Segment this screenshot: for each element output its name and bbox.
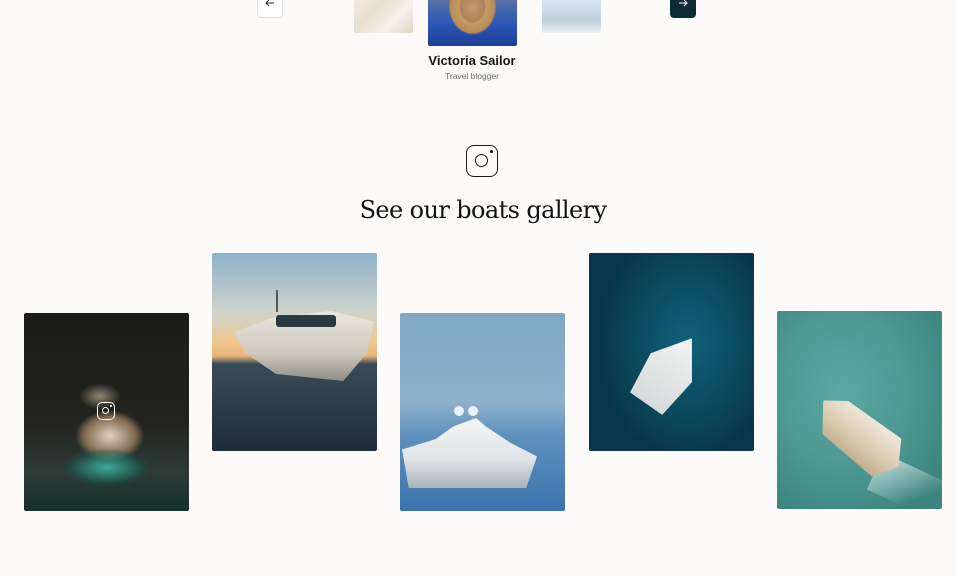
gallery-item-superyacht[interactable] — [400, 313, 565, 511]
carousel-next-button[interactable] — [670, 0, 696, 18]
gallery-title: See our boats gallery — [359, 196, 607, 224]
instagram-icon[interactable] — [97, 402, 115, 420]
instagram-icon[interactable] — [466, 145, 498, 177]
gallery-item-sailboat-aerial[interactable] — [589, 253, 754, 451]
testimonial-avatar-active — [428, 0, 517, 46]
gallery-item-yacht-night[interactable] — [24, 313, 189, 511]
arrow-left-icon — [265, 0, 274, 7]
testimonial-avatar-previous[interactable] — [354, 0, 413, 33]
gallery-item-yacht-sunset[interactable] — [212, 253, 377, 451]
testimonial-carousel: Victoria Sailor Travel blogger — [0, 0, 956, 90]
carousel-prev-button[interactable] — [257, 0, 283, 18]
arrow-right-icon — [679, 0, 688, 7]
gallery-item-motor-yacht-aerial[interactable] — [777, 311, 942, 509]
testimonial-role: Travel blogger — [444, 71, 500, 81]
testimonial-name: Victoria Sailor — [428, 53, 516, 68]
testimonial-avatar-next[interactable] — [542, 0, 601, 33]
